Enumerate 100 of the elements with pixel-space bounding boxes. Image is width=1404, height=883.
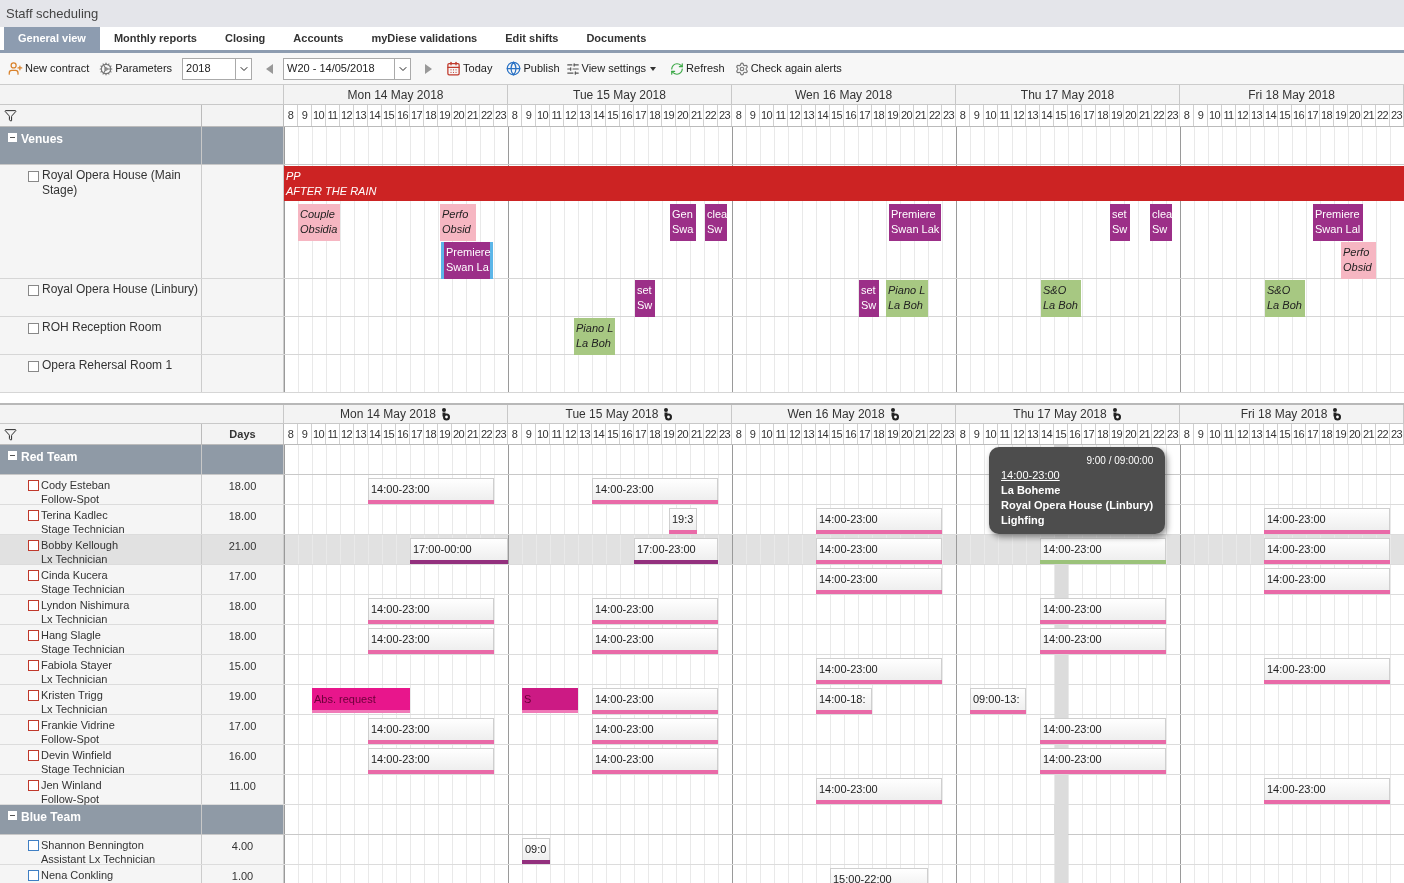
filter-icon[interactable] <box>4 109 17 122</box>
shift-card[interactable]: 14:00-23:00 <box>1040 718 1166 744</box>
event-block[interactable]: clea Sw <box>705 204 727 241</box>
tab[interactable]: Documents <box>572 27 661 50</box>
shift-card[interactable]: 14:00-23:00 <box>816 508 942 534</box>
filter-icon[interactable] <box>4 427 17 441</box>
view-settings-button[interactable]: View settings <box>565 60 657 77</box>
staff-row[interactable]: Kristen Trigg Lx Technician 19.00 Abs. request S 14:00-23:00 14:00-18: 09:00-13: <box>0 685 1404 715</box>
staff-name[interactable]: Hang Slagle <box>41 628 125 642</box>
parameters-button[interactable]: Parameters <box>99 60 173 77</box>
checkbox[interactable] <box>28 840 39 851</box>
staff-row[interactable]: Hang Slagle Stage Technician 18.00 14:00-23:00 14:00-23:00 14:00-23:00 <box>0 625 1404 655</box>
staff-name[interactable]: Shannon Bennington <box>41 838 156 852</box>
checkbox[interactable] <box>28 323 39 334</box>
person-icon[interactable] <box>1331 407 1343 421</box>
shift-card[interactable]: 14:00-23:00 <box>368 748 494 774</box>
person-icon[interactable] <box>662 407 674 421</box>
staff-name[interactable]: Frankie Vidrine <box>41 718 115 732</box>
shift-card[interactable]: 14:00-23:00 <box>1264 508 1390 534</box>
shift-card[interactable]: 15:00-22:00 <box>830 868 928 883</box>
check-alerts-button[interactable]: Check again alerts <box>734 60 842 77</box>
shift-card[interactable]: 14:00-23:00 <box>1264 568 1390 594</box>
staff-name[interactable]: Lyndon Nishimura <box>41 598 130 612</box>
tab[interactable]: myDiese validations <box>357 27 492 50</box>
shift-card[interactable]: 14:00-23:00 <box>592 688 718 714</box>
checkbox[interactable] <box>28 570 39 581</box>
shift-card[interactable]: 14:00-23:00 <box>592 598 718 624</box>
staff-row[interactable]: Bobby Kellough Lx Technician 21.00 17:00-00:00 17:00-23:00 14:00-23:00 14:00-23:00 14:00-23:00 <box>0 535 1404 565</box>
person-icon[interactable] <box>888 407 900 421</box>
checkbox[interactable] <box>28 720 39 731</box>
checkbox[interactable] <box>28 285 39 296</box>
year-select[interactable]: 2018 <box>182 57 253 80</box>
tab[interactable]: Accounts <box>279 27 358 50</box>
shift-card[interactable]: 14:00-23:00 <box>816 778 942 804</box>
shift-card[interactable]: 14:00-23:00 <box>368 478 494 504</box>
event-block[interactable]: Gen Swa <box>670 204 696 241</box>
shift-card[interactable]: 14:00-23:00 <box>1040 598 1166 624</box>
event-block[interactable]: Couple Obsidia <box>298 204 340 241</box>
tab[interactable]: Edit shifts <box>491 27 573 50</box>
staff-name[interactable]: Jen Winland <box>41 778 102 792</box>
checkbox[interactable] <box>28 660 39 671</box>
shift-card[interactable]: 14:00-23:00 <box>816 568 942 594</box>
checkbox[interactable] <box>28 690 39 701</box>
checkbox[interactable] <box>28 630 39 641</box>
shift-card[interactable]: 14:00-23:00 <box>592 628 718 654</box>
checkbox[interactable] <box>28 510 39 521</box>
publish-button[interactable]: Publish <box>506 60 560 77</box>
staff-row[interactable]: Frankie Vidrine Follow-Spot 17.00 14:00-23:00 14:00-23:00 14:00-23:00 <box>0 715 1404 745</box>
event-block[interactable]: clea Sw <box>1150 204 1172 241</box>
checkbox[interactable] <box>28 780 39 791</box>
checkbox[interactable] <box>28 361 39 372</box>
staff-name[interactable]: Kristen Trigg <box>41 688 108 702</box>
tab[interactable]: Closing <box>211 27 280 50</box>
event-block[interactable]: Piano L La Boh <box>886 280 928 317</box>
shift-card[interactable]: 14:00-23:00 <box>368 718 494 744</box>
event-block[interactable]: Premiere Swan Lak <box>889 204 941 241</box>
staff-row[interactable]: Lyndon Nishimura Lx Technician 18.00 14:00-23:00 14:00-23:00 14:00-23:00 <box>0 595 1404 625</box>
new-contract-button[interactable]: New contract <box>8 60 90 77</box>
person-icon[interactable] <box>1110 407 1122 421</box>
shift-card[interactable]: 14:00-23:00 <box>1264 658 1390 684</box>
event-block[interactable]: Piano L La Boh <box>574 318 615 355</box>
shift-card[interactable]: 09:0 <box>522 838 550 864</box>
staff-row[interactable]: Shannon Bennington Assistant Lx Technician 4.00 09:0 <box>0 835 1404 865</box>
event-block[interactable]: Perfo Obsid <box>1341 242 1376 279</box>
staff-row[interactable]: Cinda Kucera Stage Technician 17.00 14:00-23:00 14:00-23:00 <box>0 565 1404 595</box>
shift-card[interactable]: 14:00-18: <box>816 688 872 714</box>
collapse-icon[interactable] <box>8 811 17 820</box>
checkbox[interactable] <box>28 750 39 761</box>
event-block[interactable]: S&O La Boh <box>1265 280 1305 317</box>
shift-card[interactable]: 14:00-23:00 <box>1264 778 1390 804</box>
checkbox[interactable] <box>28 600 39 611</box>
event-block[interactable]: set Sw <box>1110 204 1130 241</box>
event-block[interactable]: S&O La Boh <box>1041 280 1081 317</box>
staff-row[interactable]: Devin Winfield Stage Technician 16.00 14:00-23:00 14:00-23:00 14:00-23:00 <box>0 745 1404 775</box>
shift-card[interactable]: 14:00-23:00 <box>1040 748 1166 774</box>
collapse-icon[interactable] <box>8 133 17 142</box>
event-bar[interactable]: PP AFTER THE RAIN <box>284 166 1404 201</box>
column-header[interactable]: Days <box>202 424 284 445</box>
shift-card[interactable]: 09:00-13: <box>970 688 1026 714</box>
shift-card[interactable]: 14:00-23:00 <box>1264 538 1390 564</box>
next-icon[interactable] <box>425 63 433 74</box>
staff-name[interactable]: Cinda Kucera <box>41 568 125 582</box>
shift-card[interactable]: 14:00-23:00 <box>368 628 494 654</box>
collapse-icon[interactable] <box>8 451 17 460</box>
checkbox[interactable] <box>28 480 39 491</box>
shift-card[interactable]: 19:3 <box>669 508 697 534</box>
staff-row[interactable]: Fabiola Stayer Lx Technician 15.00 14:00-23:00 14:00-23:00 <box>0 655 1404 685</box>
shift-card[interactable]: 14:00-23:00 <box>1040 628 1166 654</box>
previous-icon[interactable] <box>266 63 274 74</box>
staff-name[interactable]: Devin Winfield <box>41 748 125 762</box>
shift-card[interactable]: 14:00-23:00 <box>592 748 718 774</box>
shift-card[interactable]: 14:00-23:00 <box>592 718 718 744</box>
today-button[interactable]: Today <box>446 60 493 77</box>
shift-card[interactable]: 14:00-23:00 <box>368 598 494 624</box>
refresh-button[interactable]: Refresh <box>670 60 725 77</box>
checkbox[interactable] <box>28 171 39 182</box>
shift-card[interactable]: 17:00-00:00 <box>410 538 508 564</box>
shift-card[interactable]: 14:00-23:00 <box>816 658 942 684</box>
staff-name[interactable]: Bobby Kellough <box>41 538 119 552</box>
staff-name[interactable]: Terina Kadlec <box>41 508 125 522</box>
